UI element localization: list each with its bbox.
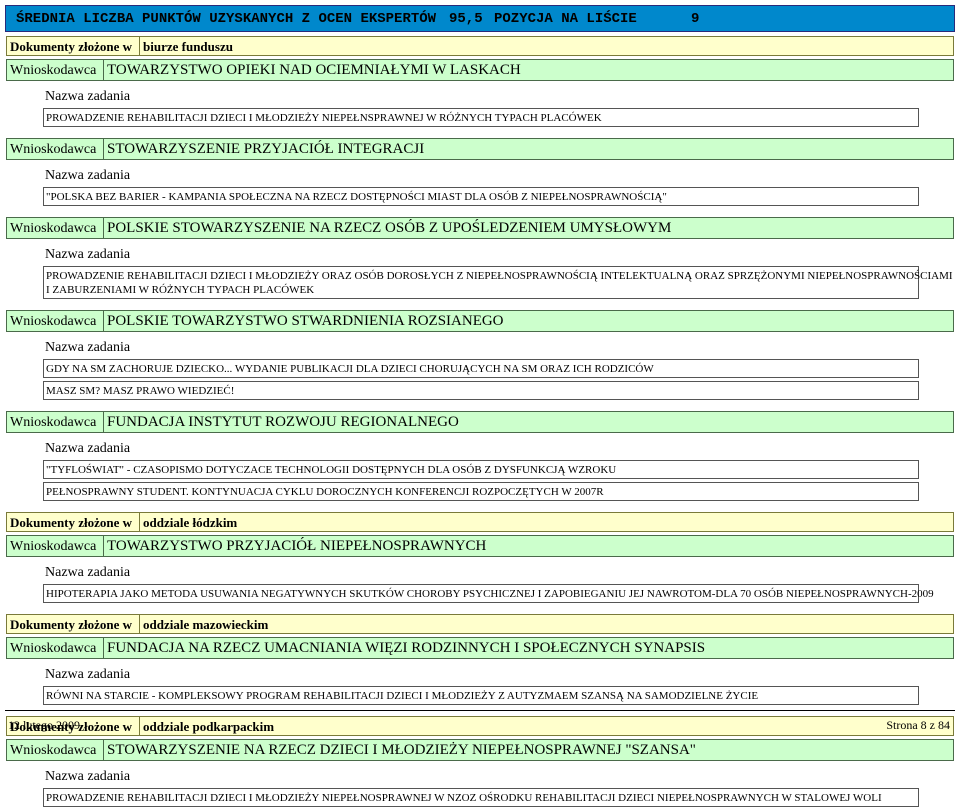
applicant-label: Wnioskodawca [10, 314, 97, 329]
applicant-row: Wnioskodawca STOWARZYSZENIE NA RZECZ DZIE… [6, 739, 954, 761]
applicant-row: Wnioskodawca TOWARZYSTWO PRZYJACIÓŁ NIEPE… [6, 535, 954, 557]
task-name-line: MASZ SM? MASZ PRAWO WIEDZIEĆ! [46, 385, 235, 397]
applicant-label-cell: Wnioskodawca [6, 217, 104, 239]
applicant-name: TOWARZYSTWO OPIEKI NAD OCIEMNIAŁYMI W LA… [107, 62, 521, 78]
applicant-label-cell: Wnioskodawca [6, 138, 104, 160]
task-name-box: PROWADZENIE REHABILITACJI DZIECI I MŁODZ… [43, 788, 919, 807]
applicant-label: Wnioskodawca [10, 641, 97, 656]
header-title: ŚREDNIA LICZBA PUNKTÓW UZYSKANYCH Z OCEN… [16, 11, 437, 27]
applicant-label-cell: Wnioskodawca [6, 411, 104, 433]
footer-page: Strona 8 z 84 [886, 718, 950, 732]
office-name: oddziale łódzkim [143, 515, 238, 530]
task-label: Nazwa zadania [45, 247, 131, 262]
office-name-cell: biurze funduszu [139, 36, 954, 56]
task-name-box: PROWADZENIE REHABILITACJI DZIECI I MŁODZ… [43, 266, 953, 299]
applicant-name: POLSKIE TOWARZYSTWO STWARDNIENIA ROZSIAN… [107, 313, 504, 329]
applicant-name-cell: TOWARZYSTWO PRZYJACIÓŁ NIEPEŁNOSPRAWNYCH [103, 535, 954, 557]
footer-divider [5, 710, 955, 711]
applicant-name-cell: STOWARZYSZENIE PRZYJACIÓŁ INTEGRACJI [103, 138, 954, 160]
task-name-box: "TYFLOŚWIAT" - CZASOPISMO DOTYCZACE TECH… [43, 460, 919, 479]
task-name-box: GDY NA SM ZACHORUJE DZIECKO... WYDANIE P… [43, 359, 919, 378]
applicant-name: STOWARZYSZENIE NA RZECZ DZIECI I MŁODZIE… [107, 742, 696, 758]
task-name-box: PEŁNOSPRAWNY STUDENT. KONTYNUACJA CYKLU … [43, 482, 919, 501]
applicant-row: Wnioskodawca TOWARZYSTWO OPIEKI NAD OCIEM… [6, 59, 954, 81]
task-label: Nazwa zadania [45, 667, 131, 682]
applicant-row: Wnioskodawca STOWARZYSZENIE PRZYJACIÓŁ IN… [6, 138, 954, 160]
applicant-name-cell: FUNDACJA NA RZECZ UMACNIANIA WIĘZI RODZI… [103, 637, 954, 659]
applicant-name-cell: STOWARZYSZENIE NA RZECZ DZIECI I MŁODZIE… [103, 739, 954, 761]
office-name: biurze funduszu [143, 39, 233, 54]
office-name-cell: oddziale mazowieckim [139, 614, 954, 634]
applicant-row: Wnioskodawca POLSKIE TOWARZYSTWO STWARDNI… [6, 310, 954, 332]
applicant-name-cell: TOWARZYSTWO OPIEKI NAD OCIEMNIAŁYMI W LA… [103, 59, 954, 81]
header-score: 95,5 [449, 11, 483, 27]
header-position-label: POZYCJA NA LIŚCIE [494, 11, 637, 27]
applicant-label: Wnioskodawca [10, 743, 97, 758]
applicant-row: Wnioskodawca FUNDACJA INSTYTUT ROZWOJU RE… [6, 411, 954, 433]
documents-label-cell: Dokumenty złożone w [6, 36, 140, 56]
office-name: oddziale mazowieckim [143, 617, 269, 632]
documents-label: Dokumenty złożone w [10, 39, 133, 54]
applicant-name: FUNDACJA NA RZECZ UMACNIANIA WIĘZI RODZI… [107, 640, 706, 656]
task-name-box: HIPOTERAPIA JAKO METODA USUWANIA NEGATYW… [43, 584, 934, 603]
task-label: Nazwa zadania [45, 769, 131, 784]
task-name-line: GDY NA SM ZACHORUJE DZIECKO... WYDANIE P… [46, 363, 654, 375]
applicant-label-cell: Wnioskodawca [6, 739, 104, 761]
applicant-label-cell: Wnioskodawca [6, 535, 104, 557]
task-name-line: PROWADZENIE REHABILITACJI DZIECI I MŁODZ… [46, 792, 882, 804]
task-label: Nazwa zadania [45, 89, 131, 104]
applicant-label: Wnioskodawca [10, 539, 97, 554]
task-label: Nazwa zadania [45, 441, 131, 456]
applicant-row: Wnioskodawca FUNDACJA NA RZECZ UMACNIANIA… [6, 637, 954, 659]
applicant-name-cell: FUNDACJA INSTYTUT ROZWOJU REGIONALNEGO [103, 411, 954, 433]
task-name-line: PEŁNOSPRAWNY STUDENT. KONTYNUACJA CYKLU … [46, 486, 604, 498]
task-name-box: RÓWNI NA STARCIE - KOMPLEKSOWY PROGRAM R… [43, 686, 919, 705]
task-label: Nazwa zadania [45, 168, 131, 183]
applicant-label-cell: Wnioskodawca [6, 59, 104, 81]
office-name: oddziale podkarpackim [143, 719, 275, 734]
documents-label-cell: Dokumenty złożone w [6, 614, 140, 634]
task-name-box: "POLSKA BEZ BARIER - KAMPANIA SPOŁECZNA … [43, 187, 919, 206]
applicant-row: Wnioskodawca POLSKIE STOWARZYSZENIE NA RZ… [6, 217, 954, 239]
applicant-label-cell: Wnioskodawca [6, 310, 104, 332]
task-label: Nazwa zadania [45, 340, 131, 355]
task-name-line: PROWADZENIE REHABILITACJI DZIECI I MŁODZ… [46, 270, 953, 282]
documents-label: Dokumenty złożone w [10, 515, 133, 530]
task-name-line: "TYFLOŚWIAT" - CZASOPISMO DOTYCZACE TECH… [46, 464, 617, 476]
documents-label: Dokumenty złożone w [10, 617, 133, 632]
task-name-line: RÓWNI NA STARCIE - KOMPLEKSOWY PROGRAM R… [46, 690, 759, 702]
task-name-box: PROWADZENIE REHABILITACJI DZIECI I MŁODZ… [43, 108, 919, 127]
applicant-name-cell: POLSKIE STOWARZYSZENIE NA RZECZ OSÓB Z U… [103, 217, 954, 239]
applicant-name-cell: POLSKIE TOWARZYSTWO STWARDNIENIA ROZSIAN… [103, 310, 954, 332]
task-label: Nazwa zadania [45, 565, 131, 580]
applicant-label: Wnioskodawca [10, 142, 97, 157]
task-name-line: PROWADZENIE REHABILITACJI DZIECI I MŁODZ… [46, 112, 602, 124]
report-header: ŚREDNIA LICZBA PUNKTÓW UZYSKANYCH Z OCEN… [5, 5, 955, 32]
office-name-cell: oddziale podkarpackim [139, 716, 954, 736]
applicant-name: FUNDACJA INSTYTUT ROZWOJU REGIONALNEGO [107, 414, 459, 430]
applicant-label-cell: Wnioskodawca [6, 637, 104, 659]
applicant-name: POLSKIE STOWARZYSZENIE NA RZECZ OSÓB Z U… [107, 220, 672, 236]
task-name-box: MASZ SM? MASZ PRAWO WIEDZIEĆ! [43, 381, 919, 400]
footer-date: 12 lutego 2009 [8, 718, 80, 732]
applicant-label: Wnioskodawca [10, 221, 97, 236]
task-name-line: HIPOTERAPIA JAKO METODA USUWANIA NEGATYW… [46, 588, 934, 600]
header-position-value: 9 [691, 11, 700, 27]
applicant-name: STOWARZYSZENIE PRZYJACIÓŁ INTEGRACJI [107, 141, 425, 157]
applicant-name: TOWARZYSTWO PRZYJACIÓŁ NIEPEŁNOSPRAWNYCH [107, 538, 487, 554]
applicant-label: Wnioskodawca [10, 63, 97, 78]
documents-label-cell: Dokumenty złożone w [6, 512, 140, 532]
applicant-label: Wnioskodawca [10, 415, 97, 430]
task-name-line: "POLSKA BEZ BARIER - KAMPANIA SPOŁECZNA … [46, 191, 667, 203]
office-name-cell: oddziale łódzkim [139, 512, 954, 532]
task-name-line: I ZABURZENIAMI W RÓŻNYCH TYPACH PLACÓWEK [46, 284, 315, 296]
